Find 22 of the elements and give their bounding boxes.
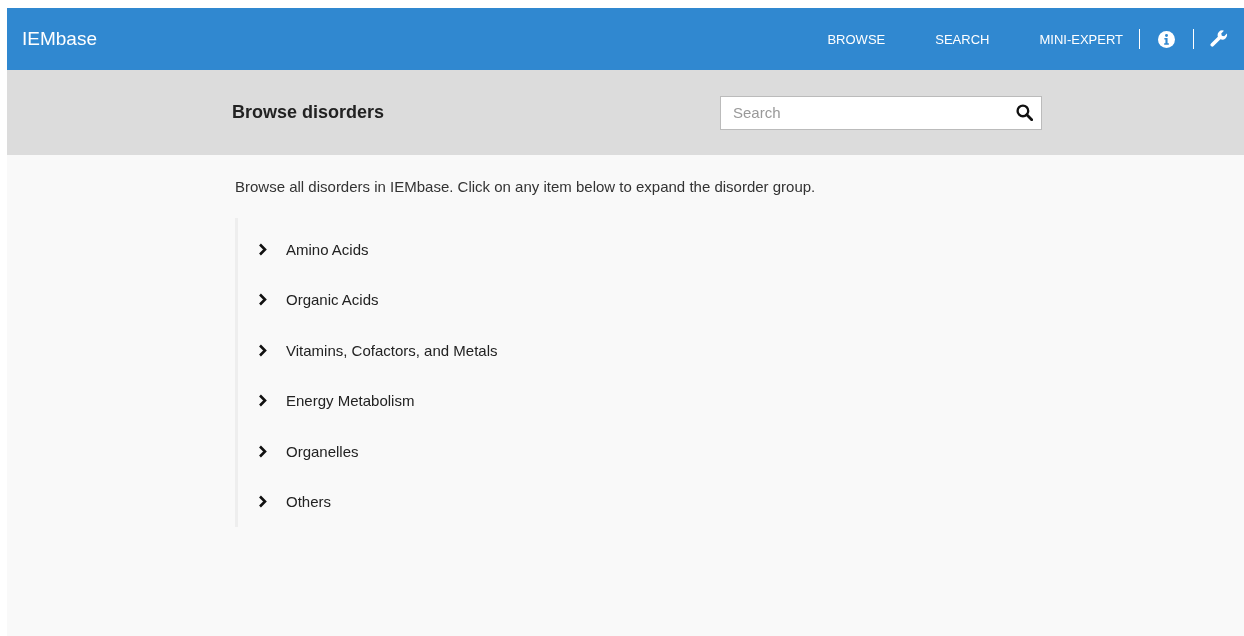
nav-link[interactable]: BROWSE — [827, 31, 886, 47]
disorder-group-item[interactable]: Vitamins, Cofactors, and Metals — [238, 325, 498, 376]
chevron-icon — [258, 343, 268, 357]
chevron-icon — [258, 293, 268, 307]
search-field[interactable]: Search — [720, 95, 1042, 130]
chevron-icon — [258, 495, 268, 509]
disorder-group-item[interactable]: Organelles — [238, 426, 359, 477]
page-title: Browse disorders — [232, 102, 386, 123]
nav-link[interactable]: SEARCH — [935, 31, 990, 47]
disorder-group-item[interactable]: Others — [238, 476, 331, 527]
disorder-group-item[interactable]: Amino Acids — [238, 224, 369, 275]
chevron-icon — [258, 444, 268, 458]
disorder-group-item[interactable]: Energy Metabolism — [238, 375, 415, 426]
wrench-icon[interactable] — [1210, 30, 1228, 48]
disorder-group-item[interactable]: Organic Acids — [238, 274, 379, 325]
nav-link[interactable]: MINI-EXPERT — [1039, 31, 1123, 47]
chevron-icon — [258, 242, 268, 256]
search-icon[interactable] — [1016, 103, 1033, 121]
info-icon[interactable] — [1158, 30, 1175, 48]
intro-text: Browse all disorders in IEMbase. Click on any item below to expand the disorder group. — [235, 178, 817, 195]
chevron-icon — [258, 394, 268, 408]
site-logo[interactable]: IEMbase — [22, 28, 828, 50]
